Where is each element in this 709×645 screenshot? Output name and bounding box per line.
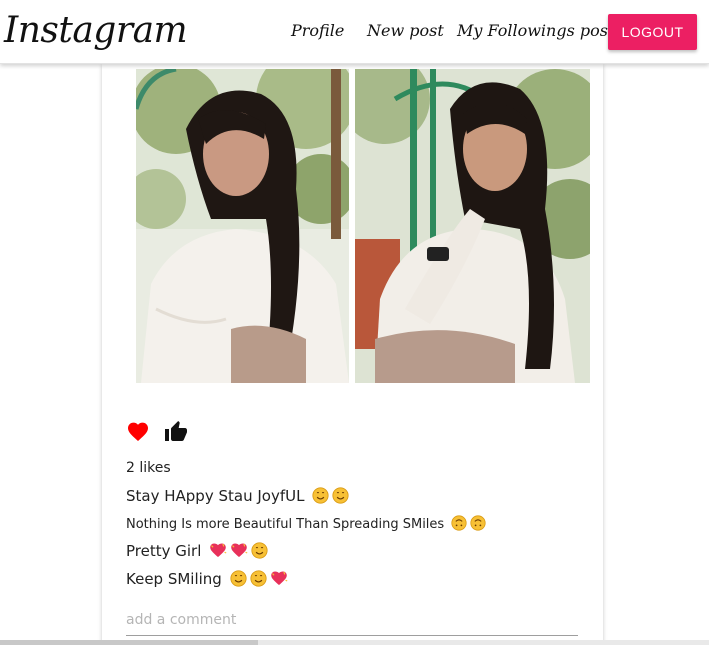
nav-new-post-link[interactable]: New post <box>367 19 444 43</box>
sparkling-heart-icon <box>209 542 227 563</box>
post-card: 2 likes Stay HAppy Stau JoyfUL Nothing I… <box>102 64 603 645</box>
smiling-face-icon <box>251 542 268 563</box>
post-title-text: Stay HAppy Stau JoyfUL <box>126 487 305 505</box>
post-photo-right <box>355 69 590 383</box>
heart-icon[interactable] <box>126 420 150 444</box>
post-image <box>136 69 590 383</box>
logout-button[interactable]: LOGOUT <box>608 14 697 50</box>
likes-count: 2 likes <box>126 460 171 476</box>
post-body-text: Nothing Is more Beautiful Than Spreading… <box>126 517 445 532</box>
post-title: Stay HAppy Stau JoyfUL <box>126 487 349 508</box>
smiling-face-icon <box>332 487 349 508</box>
comment-item: Keep SMiling <box>126 570 288 591</box>
thumbs-up-icon[interactable] <box>164 420 188 444</box>
horizontal-scrollbar-thumb[interactable] <box>0 640 258 645</box>
upside-down-face-icon <box>470 515 486 535</box>
comment-input[interactable] <box>126 604 578 636</box>
comment-text: Keep SMiling <box>126 570 222 588</box>
smiling-face-icon <box>250 570 267 591</box>
nav-profile-link[interactable]: Profile <box>291 19 344 43</box>
post-photo-left <box>136 69 349 383</box>
smiling-face-icon <box>230 570 247 591</box>
sparkling-heart-icon <box>270 570 288 591</box>
upside-down-face-icon <box>451 515 467 535</box>
smiling-face-icon <box>312 487 329 508</box>
top-navbar: Instagram Profile New post My Followings… <box>0 0 709 64</box>
comment-item: Pretty Girl <box>126 542 268 563</box>
brand-logo[interactable]: Instagram <box>4 6 188 56</box>
sparkling-heart-icon <box>230 542 248 563</box>
comment-text: Pretty Girl <box>126 542 202 560</box>
nav-followings-post-link[interactable]: My Followings post <box>457 19 614 43</box>
post-body: Nothing Is more Beautiful Than Spreading… <box>126 515 486 535</box>
